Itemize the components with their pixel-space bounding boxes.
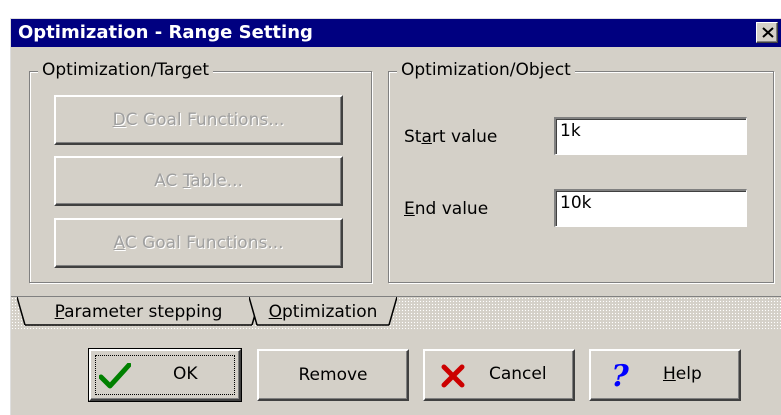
dc-goal-functions-label: DC Goal Functions... [112, 110, 285, 130]
end-value-label: End value [404, 199, 489, 219]
help-button[interactable]: ? Help [589, 349, 741, 401]
object-group-legend: Optimization/Object [397, 60, 575, 80]
ok-button[interactable]: OK [88, 348, 242, 402]
cross-icon [441, 364, 465, 388]
object-groupbox: Optimization/Object Start value 1k End v… [388, 60, 774, 283]
cancel-button[interactable]: Cancel [423, 349, 575, 401]
tab-optimization-label: Optimization [268, 301, 378, 322]
window-title: Optimization - Range Setting [18, 22, 313, 43]
ac-goal-functions-button[interactable]: AC Goal Functions... [54, 218, 343, 268]
close-icon [762, 27, 774, 38]
start-value-input[interactable]: 1k [554, 117, 747, 155]
checkmark-icon [99, 363, 131, 389]
end-value-input[interactable]: 10k [554, 189, 747, 227]
tab-parameter-stepping-label: Parameter stepping [54, 301, 223, 322]
question-mark-icon: ? [611, 361, 629, 391]
title-bar[interactable]: Optimization - Range Setting [11, 19, 781, 47]
ac-table-button[interactable]: AC Table... [54, 156, 343, 206]
start-value-label: Start value [404, 127, 498, 147]
close-button[interactable] [756, 22, 778, 43]
target-group-legend: Optimization/Target [38, 60, 214, 80]
target-groupbox: Optimization/Target DC Goal Functions...… [29, 60, 372, 283]
help-label: Help [663, 364, 702, 384]
tab-optimization[interactable]: Optimization [249, 297, 397, 326]
ac-goal-functions-label: AC Goal Functions... [113, 233, 284, 253]
ok-label: OK [173, 364, 198, 384]
range-setting-dialog: Optimization - Range Setting Optimizatio… [10, 18, 781, 415]
cancel-label: Cancel [489, 364, 547, 384]
tab-parameter-stepping[interactable]: Parameter stepping [17, 297, 260, 326]
remove-button[interactable]: Remove [257, 349, 409, 401]
svg-text:?: ? [611, 361, 629, 391]
ac-table-label: AC Table... [154, 171, 243, 191]
tab-strip: Parameter stepping Optimization [11, 296, 781, 329]
dc-goal-functions-button[interactable]: DC Goal Functions... [54, 95, 343, 145]
remove-label: Remove [298, 365, 368, 385]
